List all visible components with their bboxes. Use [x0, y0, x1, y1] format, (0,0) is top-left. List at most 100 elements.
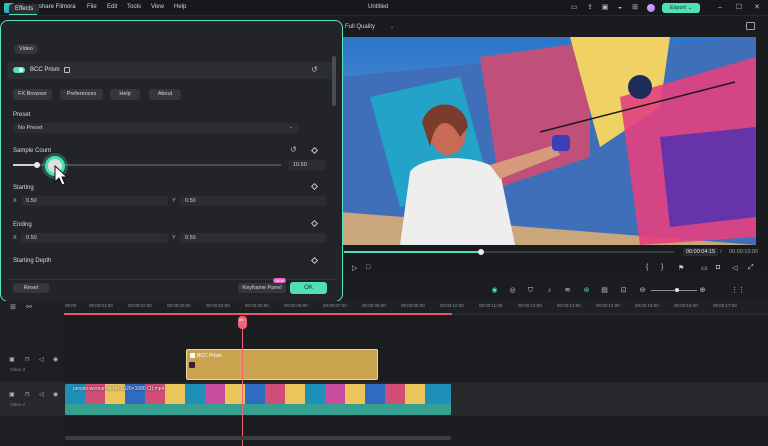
starting-label: Starting: [13, 185, 34, 191]
menu-file[interactable]: File: [87, 4, 97, 10]
keyframe-panel-button[interactable]: Keyframe Panel: [238, 283, 286, 293]
quality-select[interactable]: Full Quality: [345, 24, 375, 30]
ruler-tick: 00:00:01:00: [89, 303, 113, 308]
reset-icon[interactable]: ↺: [311, 65, 318, 74]
export-button[interactable]: Export ⌄: [662, 3, 700, 13]
reset-icon[interactable]: ↺: [290, 145, 297, 154]
close-icon[interactable]: ✕: [753, 4, 761, 12]
track-video-icon: ▣: [9, 357, 15, 363]
ruler-tick: 00:00:07:00: [323, 303, 347, 308]
camera-icon[interactable]: ◘: [716, 264, 720, 271]
add-track-icon[interactable]: ⊞: [10, 303, 16, 311]
grid-view-icon[interactable]: ⋮⋮: [731, 286, 745, 295]
x-label: X: [13, 198, 17, 204]
zoom-out-icon[interactable]: ⊖: [638, 286, 647, 295]
headset-icon[interactable]: ◒: [616, 4, 624, 12]
stop-icon[interactable]: □: [366, 264, 370, 271]
track-name: Video 3: [10, 367, 26, 372]
timecode-separator: /: [720, 249, 722, 255]
effect-clip-label: BCC Prism: [197, 353, 222, 359]
preset-select[interactable]: No Preset: [13, 123, 298, 133]
reset-button[interactable]: Reset: [13, 283, 49, 293]
video-chip[interactable]: Video: [14, 44, 38, 54]
current-timecode: 00:00:04:15: [683, 248, 719, 256]
fx-browser-button[interactable]: FX Browser: [13, 89, 52, 100]
lock-icon[interactable]: ⊓: [25, 391, 30, 398]
volume-icon[interactable]: ◁: [732, 264, 737, 272]
ruler-tick: 00:00: [65, 303, 77, 308]
preset-label: Preset: [13, 112, 31, 118]
menu-view[interactable]: View: [151, 4, 164, 10]
effect-clip-icon: [190, 353, 195, 358]
ruler-tick: 00:00:02:00: [128, 303, 152, 308]
image-icon[interactable]: [746, 22, 755, 30]
starting-y-input[interactable]: 0.50: [180, 196, 326, 206]
playhead-line[interactable]: [242, 316, 243, 446]
lock-icon[interactable]: ⊓: [25, 356, 30, 363]
subtitle-icon[interactable]: ▤: [600, 286, 609, 295]
link-tracks-icon[interactable]: ⚯: [26, 303, 32, 311]
track-video-icon: ▣: [9, 392, 15, 398]
playback-scrubber[interactable]: [478, 249, 484, 255]
save-icon[interactable]: ▣: [601, 4, 609, 12]
starting-depth-label: Starting Depth: [13, 258, 52, 264]
audio-mix-icon[interactable]: ≋: [563, 286, 572, 295]
record-icon[interactable]: ◎: [508, 286, 517, 295]
preferences-button[interactable]: Preferences: [60, 89, 103, 100]
mark-in-icon[interactable]: {: [646, 264, 648, 271]
maximize-icon[interactable]: ☐: [735, 4, 743, 12]
upload-icon[interactable]: ⇪: [586, 4, 594, 12]
menu-help[interactable]: Help: [174, 4, 186, 10]
menu-tools[interactable]: Tools: [127, 4, 141, 10]
shield-icon[interactable]: ⛉: [526, 286, 535, 295]
snap-icon[interactable]: ◉: [490, 286, 499, 295]
play-icon[interactable]: ▷: [352, 264, 357, 272]
chevron-down-icon[interactable]: ⌄: [390, 24, 394, 30]
ending-y-input[interactable]: 0.50: [180, 233, 326, 243]
mark-out-icon[interactable]: }: [661, 264, 663, 271]
audio-icon[interactable]: ◁: [39, 356, 44, 363]
about-button[interactable]: About: [149, 89, 181, 100]
audio-icon[interactable]: ◁: [39, 391, 44, 398]
document-title: Untitled: [368, 4, 389, 10]
slider-knob[interactable]: [34, 162, 40, 168]
chevron-down-icon: ⌄: [687, 5, 693, 11]
effects-scrollbar[interactable]: [332, 56, 336, 106]
minimize-icon[interactable]: –: [716, 4, 724, 12]
eye-icon[interactable]: ◉: [53, 391, 58, 398]
sample-count-label: Sample Count: [13, 148, 52, 154]
zoom-knob[interactable]: [675, 288, 679, 292]
ruler-tick: 00:00:08:00: [362, 303, 386, 308]
menu-edit[interactable]: Edit: [107, 4, 117, 10]
ending-x-input[interactable]: 0.50: [21, 233, 168, 243]
sample-count-input[interactable]: 10.50: [288, 160, 326, 170]
mic-icon[interactable]: ♪: [545, 286, 554, 295]
zoom-slider[interactable]: [651, 290, 697, 291]
ending-label: Ending: [13, 222, 32, 228]
effect-checkbox[interactable]: [64, 67, 70, 73]
link-icon[interactable]: ⊛: [582, 286, 591, 295]
tab-effects[interactable]: Effects: [9, 4, 40, 14]
track-headers: [0, 316, 64, 446]
video-preview: [340, 37, 756, 245]
ruler-tick: 00:00:17:00: [713, 303, 737, 308]
ending-x-value: 0.50: [26, 235, 37, 241]
mouse-cursor-icon: [54, 165, 68, 186]
display-icon[interactable]: ▭: [701, 264, 708, 272]
avatar[interactable]: [647, 4, 655, 12]
ok-button[interactable]: OK: [290, 282, 327, 294]
scissors-icon[interactable]: ✂: [239, 317, 244, 324]
grid-icon[interactable]: ⊞: [631, 4, 639, 12]
ruler-tick: 00:00:16:00: [674, 303, 698, 308]
fullscreen-icon[interactable]: ⤢: [748, 264, 754, 272]
starting-x-input[interactable]: 0.50: [21, 196, 168, 206]
timeline-horizontal-scrollbar[interactable]: [65, 436, 451, 440]
zoom-in-icon[interactable]: ⊕: [698, 286, 707, 295]
monitor-icon[interactable]: ▭: [570, 4, 578, 12]
crop-icon[interactable]: ⊡: [619, 286, 628, 295]
ruler-tick: 00:00:04:00: [206, 303, 230, 308]
eye-icon[interactable]: ◉: [53, 356, 58, 363]
help-button[interactable]: Help: [110, 89, 140, 100]
ruler-tick: 00:00:10:00: [440, 303, 464, 308]
marker-icon[interactable]: ⚑: [678, 264, 684, 272]
